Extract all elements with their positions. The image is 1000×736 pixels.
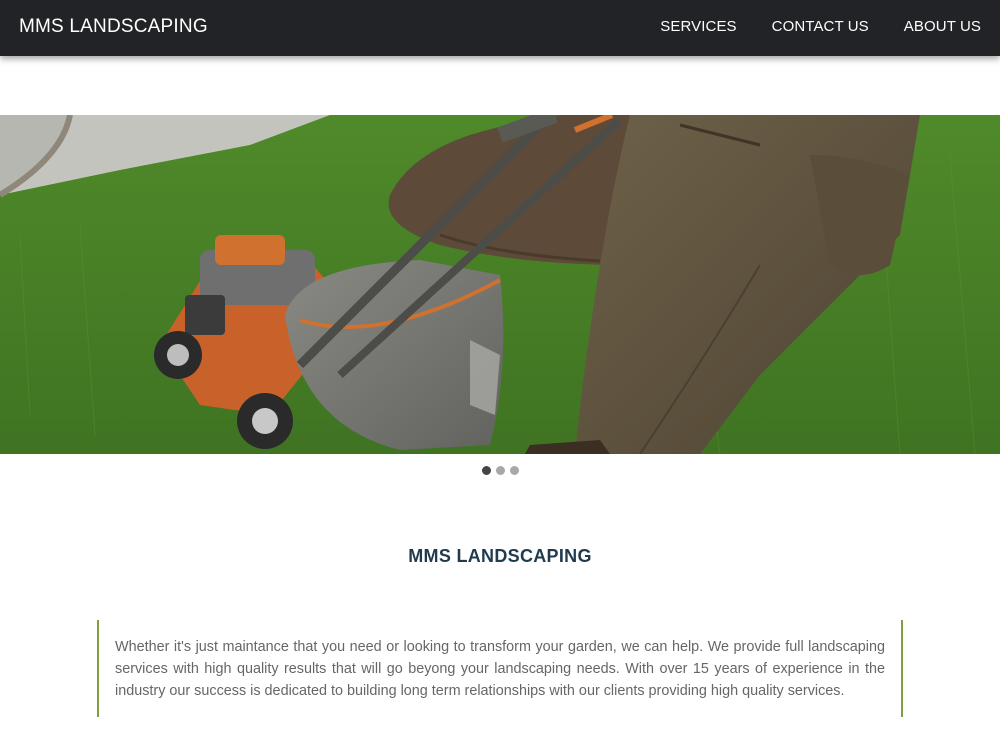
nav-links: SERVICES CONTACT US ABOUT US <box>660 18 981 35</box>
carousel-indicators <box>0 466 1000 475</box>
nav-link-contact-us[interactable]: CONTACT US <box>772 18 869 35</box>
carousel-dot-1[interactable] <box>481 466 491 475</box>
carousel-dot-3[interactable] <box>509 466 519 475</box>
intro-paragraph: Whether it's just maintance that you nee… <box>115 639 885 699</box>
nav-link-services[interactable]: SERVICES <box>660 18 736 35</box>
hero-carousel[interactable] <box>0 115 1000 454</box>
carousel-dot-2[interactable] <box>495 466 505 475</box>
top-navbar: MMS LANDSCAPING SERVICES CONTACT US ABOU… <box>0 0 1000 56</box>
brand-logo-link[interactable]: MMS LANDSCAPING <box>19 16 208 38</box>
nav-link-about-us[interactable]: ABOUT US <box>904 18 981 35</box>
intro-block: Whether it's just maintance that you nee… <box>97 620 903 717</box>
hero-image-lawn-mower <box>0 115 1000 454</box>
section-title: MMS LANDSCAPING <box>408 546 592 566</box>
